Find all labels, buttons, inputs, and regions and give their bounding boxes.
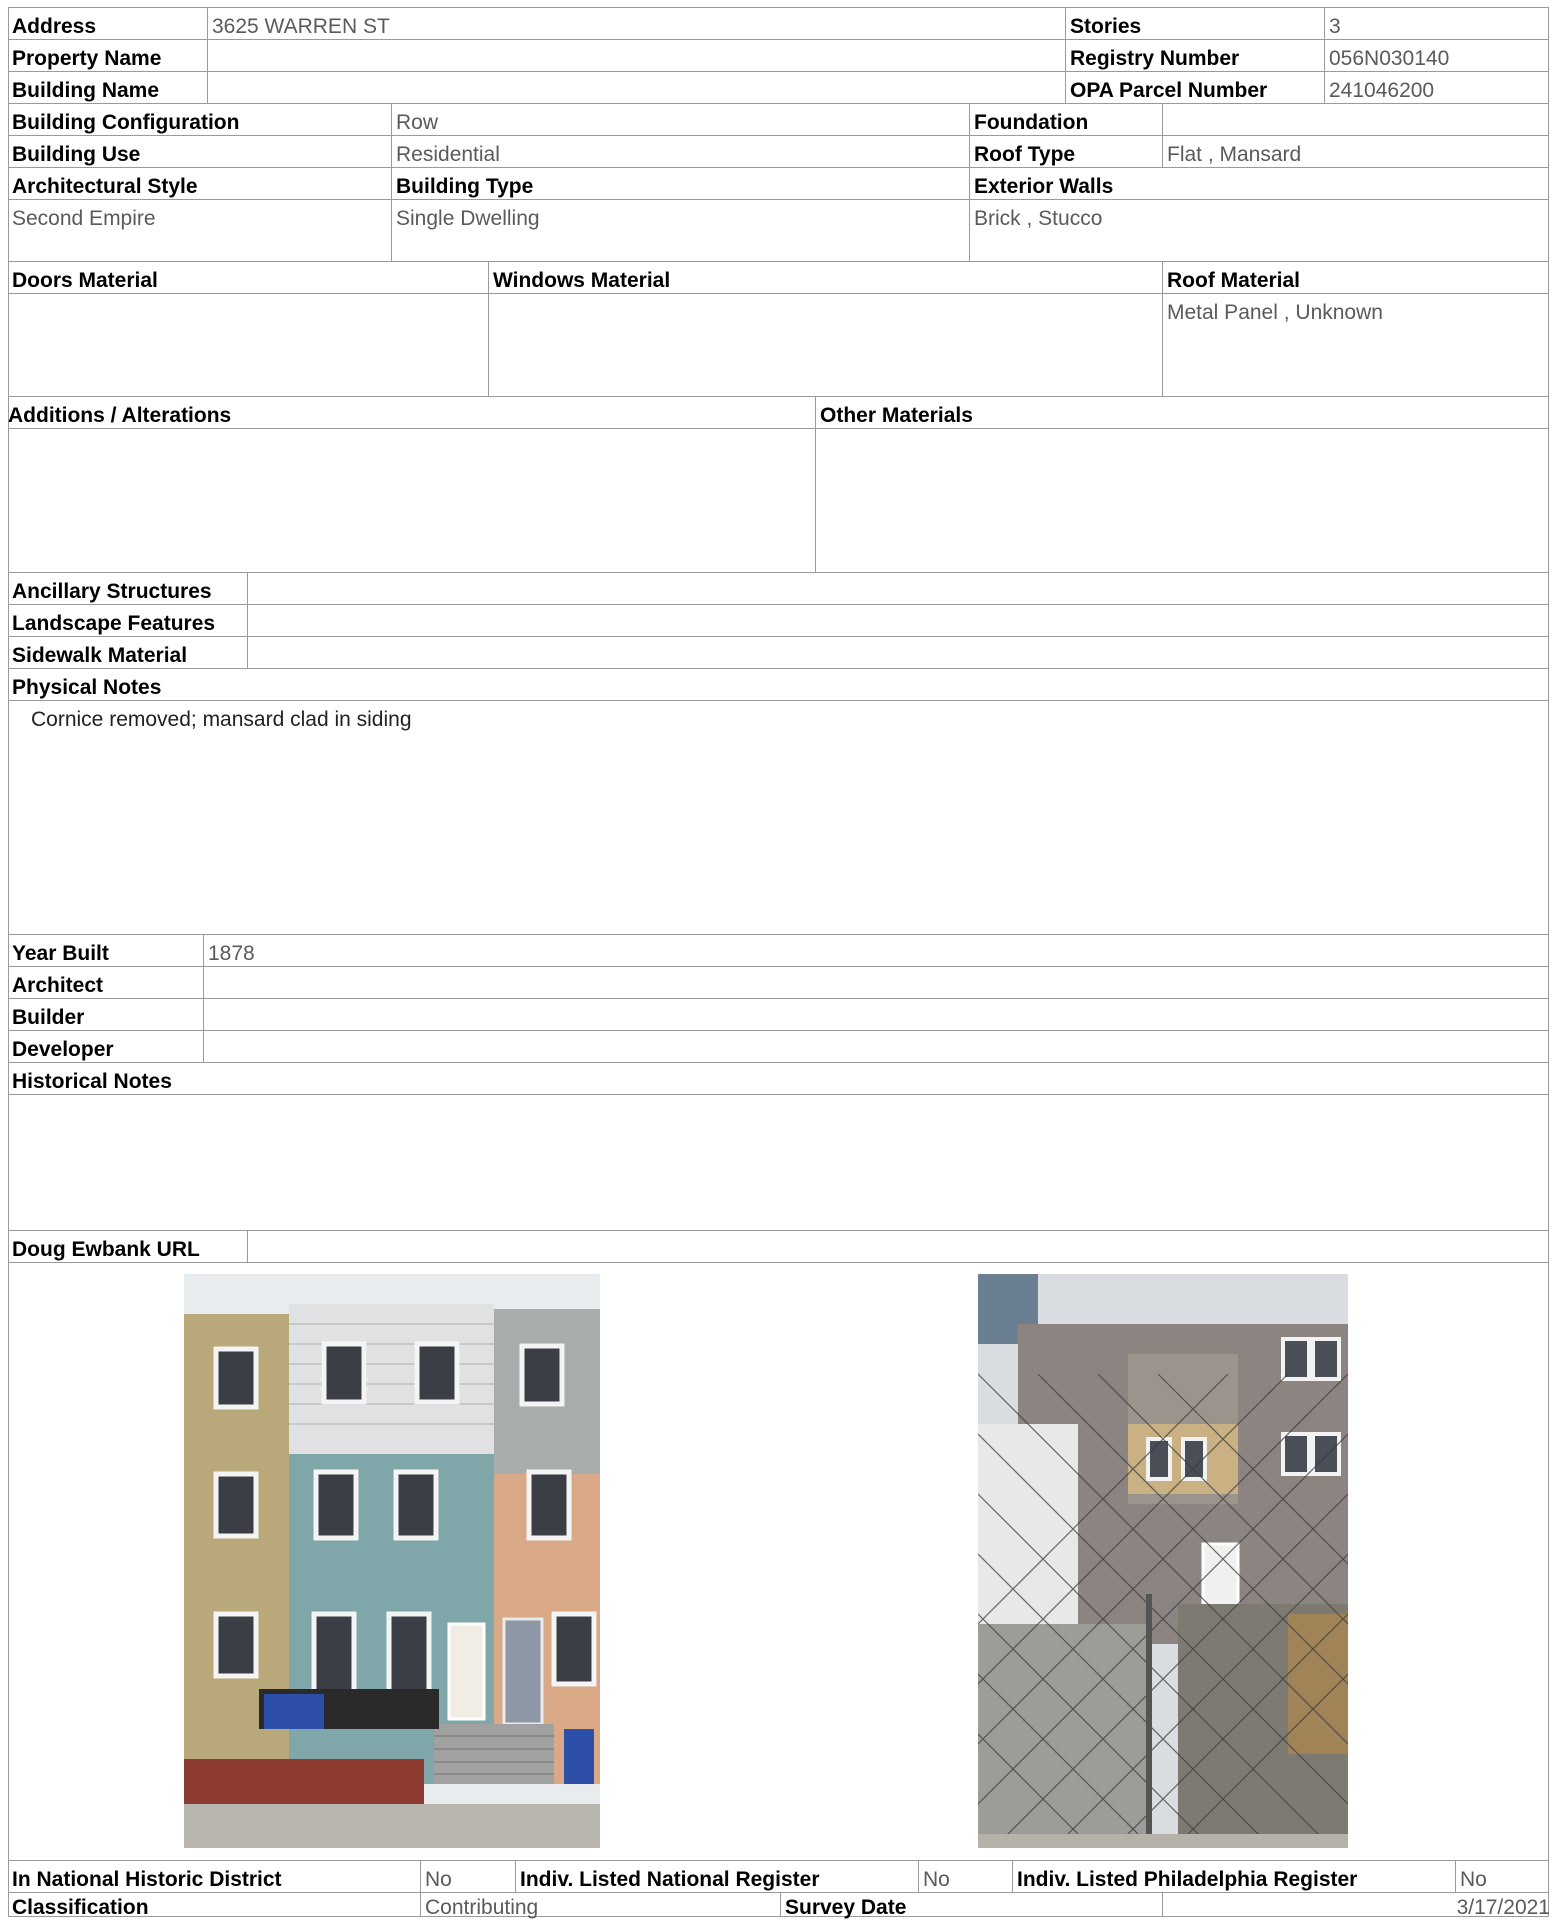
foundation-label: Foundation xyxy=(974,111,1089,134)
registry-number-value: 056N030140 xyxy=(1329,47,1450,70)
divider xyxy=(8,1062,1549,1063)
divider xyxy=(207,7,208,103)
architect-label: Architect xyxy=(12,974,104,997)
rear-facade-photo xyxy=(978,1274,1348,1848)
architectural-style-value: Second Empire xyxy=(12,207,156,230)
divider xyxy=(1162,103,1163,167)
divider xyxy=(1324,7,1325,103)
divider xyxy=(203,934,204,1062)
divider xyxy=(1455,1860,1456,1892)
indiv-philadelphia-register-value: No xyxy=(1460,1868,1487,1891)
divider xyxy=(780,1892,781,1917)
divider xyxy=(8,604,1549,605)
stories-value: 3 xyxy=(1329,15,1341,38)
divider xyxy=(8,1860,1549,1861)
divider xyxy=(8,966,1549,967)
building-type-label: Building Type xyxy=(396,175,534,198)
builder-label: Builder xyxy=(12,1006,85,1029)
divider xyxy=(8,199,1549,200)
divider xyxy=(1065,7,1066,103)
divider xyxy=(8,572,1549,573)
divider xyxy=(8,1262,1549,1263)
divider xyxy=(8,135,1549,136)
building-configuration-label: Building Configuration xyxy=(12,111,240,134)
divider xyxy=(8,103,1549,104)
physical-notes-value: Cornice removed; mansard clad in siding xyxy=(31,708,412,731)
divider xyxy=(515,1860,516,1892)
physical-notes-label: Physical Notes xyxy=(12,676,162,699)
divider xyxy=(391,103,392,167)
other-materials-label: Other Materials xyxy=(820,404,973,427)
ancillary-structures-label: Ancillary Structures xyxy=(12,580,212,603)
historical-notes-label: Historical Notes xyxy=(12,1070,172,1093)
doug-ewbank-url-label: Doug Ewbank URL xyxy=(12,1238,200,1261)
divider xyxy=(247,572,248,668)
divider xyxy=(8,428,1549,429)
roof-material-label: Roof Material xyxy=(1167,269,1301,292)
doors-material-label: Doors Material xyxy=(12,269,158,292)
divider xyxy=(8,261,1549,262)
divider xyxy=(8,1230,1549,1231)
property-name-label: Property Name xyxy=(12,47,162,70)
divider xyxy=(1162,261,1163,396)
indiv-national-register-value: No xyxy=(923,1868,950,1891)
divider xyxy=(247,1230,248,1262)
stories-label: Stories xyxy=(1070,15,1142,38)
divider xyxy=(420,1892,421,1917)
indiv-philadelphia-register-label: Indiv. Listed Philadelphia Register xyxy=(1017,1868,1358,1891)
divider xyxy=(420,1860,421,1892)
exterior-walls-value: Brick , Stucco xyxy=(974,207,1103,230)
roof-material-value: Metal Panel , Unknown xyxy=(1167,301,1383,324)
divider xyxy=(488,261,489,396)
divider xyxy=(8,934,1549,935)
divider xyxy=(8,998,1549,999)
architectural-style-label: Architectural Style xyxy=(12,175,198,198)
building-configuration-value: Row xyxy=(396,111,439,134)
national-historic-district-label: In National Historic District xyxy=(12,1868,282,1891)
indiv-national-register-label: Indiv. Listed National Register xyxy=(520,1868,820,1891)
building-name-label: Building Name xyxy=(12,79,160,102)
divider xyxy=(8,668,1549,669)
year-built-value: 1878 xyxy=(208,942,255,965)
divider xyxy=(8,167,1549,168)
divider xyxy=(1162,1892,1163,1917)
divider xyxy=(8,1094,1549,1095)
divider xyxy=(969,103,970,261)
sidewalk-material-label: Sidewalk Material xyxy=(12,644,188,667)
landscape-features-label: Landscape Features xyxy=(12,612,216,635)
address-label: Address xyxy=(12,15,97,38)
divider xyxy=(8,293,1549,294)
divider xyxy=(8,71,1549,72)
survey-record-form: Address 3625 WARREN ST Stories 3 Propert… xyxy=(8,7,1550,1919)
address-value: 3625 WARREN ST xyxy=(212,15,390,38)
divider xyxy=(1012,1860,1013,1892)
divider xyxy=(8,396,1549,397)
divider xyxy=(8,636,1549,637)
windows-material-label: Windows Material xyxy=(493,269,671,292)
exterior-walls-label: Exterior Walls xyxy=(974,175,1114,198)
divider xyxy=(391,167,392,261)
additions-alterations-label: Additions / Alterations xyxy=(8,404,232,427)
front-facade-photo xyxy=(184,1274,600,1848)
roof-type-label: Roof Type xyxy=(974,143,1076,166)
national-historic-district-value: No xyxy=(425,1868,452,1891)
divider xyxy=(8,1030,1549,1031)
divider xyxy=(815,396,816,572)
divider xyxy=(918,1860,919,1892)
building-use-label: Building Use xyxy=(12,143,141,166)
building-type-value: Single Dwelling xyxy=(396,207,540,230)
divider xyxy=(8,39,1549,40)
building-use-value: Residential xyxy=(396,143,500,166)
year-built-label: Year Built xyxy=(12,942,109,965)
opa-parcel-value: 241046200 xyxy=(1329,79,1435,102)
developer-label: Developer xyxy=(12,1038,114,1061)
opa-parcel-label: OPA Parcel Number xyxy=(1070,79,1268,102)
divider xyxy=(8,700,1549,701)
registry-number-label: Registry Number xyxy=(1070,47,1240,70)
roof-type-value: Flat , Mansard xyxy=(1167,143,1302,166)
